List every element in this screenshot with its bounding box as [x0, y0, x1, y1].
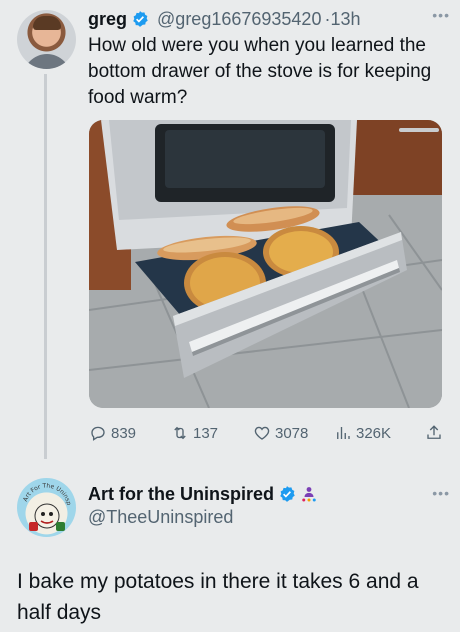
- avatar-cartoon-art: Art For The Uninspired: [17, 478, 72, 531]
- retweet-icon: [174, 426, 186, 440]
- tweet-actions: 839 137 3078 326K: [89, 422, 446, 444]
- reply-action[interactable]: 839: [89, 422, 136, 444]
- verified-badge-icon: [133, 11, 148, 27]
- tweet-time[interactable]: 13h: [330, 9, 360, 29]
- avatar-shirt: [23, 54, 71, 69]
- avatar-hair: [33, 16, 61, 30]
- oven-drawer-photo: [89, 120, 442, 408]
- reply-icon: [91, 426, 105, 441]
- views-action[interactable]: 326K: [334, 422, 391, 444]
- retweet-count: 137: [193, 424, 219, 442]
- share-icon: [427, 425, 441, 439]
- avatar-art-for-the-uninspired[interactable]: Art For The Uninspired: [17, 478, 76, 537]
- verified-badge-icon: [280, 486, 295, 502]
- thread-line: [44, 74, 47, 459]
- reply-author-name[interactable]: Art for the Uninspired: [88, 484, 274, 504]
- author-name[interactable]: greg: [88, 9, 127, 29]
- like-action[interactable]: 3078: [253, 422, 308, 444]
- retweet-action[interactable]: 137: [171, 422, 218, 444]
- like-count: 3078: [275, 424, 309, 442]
- views-count: 326K: [356, 424, 392, 442]
- avatar-greg[interactable]: [17, 10, 76, 69]
- reply-count: 839: [111, 424, 137, 442]
- reply-header: Art for the Uninspired: [88, 482, 428, 506]
- reply-text: I bake my potatoes in there it takes 6 a…: [17, 570, 419, 624]
- tweet-image-oven-drawer[interactable]: [89, 120, 442, 408]
- tweet-reply[interactable]: Art For The Uninspired Art for the Unins…: [0, 470, 460, 632]
- tweet-original[interactable]: greg @greg16676935420·13h ••• How old we…: [0, 0, 460, 459]
- tweet-text: How old were you when you learned the bo…: [88, 35, 432, 108]
- tweet-header: greg @greg16676935420·13h: [88, 8, 448, 30]
- more-dots-icon[interactable]: •••: [432, 485, 450, 501]
- reply-author-handle[interactable]: @TheeUninspired: [88, 507, 233, 528]
- views-bar-icon: [337, 427, 350, 439]
- more-dots-icon[interactable]: •••: [432, 7, 450, 23]
- affiliate-badge-icon[interactable]: [300, 485, 318, 503]
- author-handle[interactable]: @greg16676935420: [157, 9, 321, 29]
- share-action[interactable]: [425, 422, 443, 444]
- svg-text:Art For The Uninspired: Art For The Uninspired: [17, 478, 72, 506]
- heart-icon: [254, 426, 270, 440]
